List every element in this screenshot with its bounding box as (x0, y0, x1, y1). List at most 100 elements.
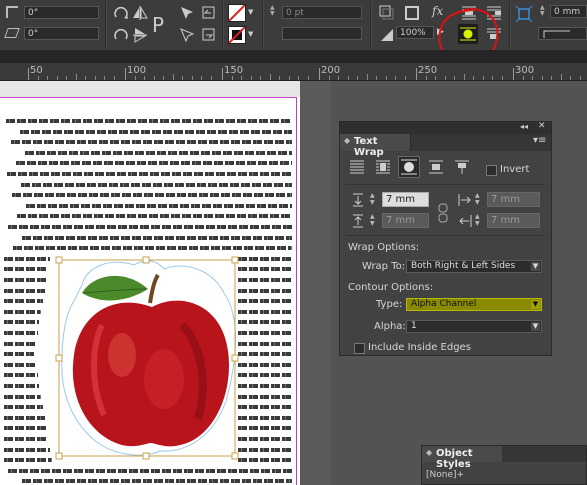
ruler-minor-tick (570, 76, 571, 80)
stroke-weight-field[interactable]: 0 pt (282, 6, 362, 19)
shear-field[interactable]: 0° (24, 27, 99, 40)
ruler-minor-tick (298, 76, 299, 80)
panel-tab-active[interactable]: ◆ Text Wrap (340, 134, 411, 158)
ruler-minor-tick (328, 76, 330, 80)
text-line (4, 278, 47, 282)
include-inside-edges-checkbox[interactable] (354, 343, 365, 354)
opacity-icon (378, 26, 396, 44)
ruler-minor-tick (182, 76, 183, 80)
ruler-minor-tick (279, 76, 280, 80)
object-styles-panel: ◆ Object Styles [None]+ (421, 445, 587, 485)
text-line (8, 225, 292, 229)
top-offset-field[interactable]: 7 mm (382, 192, 429, 207)
drop-shadow-icon[interactable] (378, 4, 396, 22)
ruler-minor-tick (172, 74, 174, 80)
alpha-select[interactable]: 1 ▼ (406, 320, 542, 333)
right-offset-field[interactable]: 7 mm (487, 213, 540, 228)
rotate-field[interactable]: 0° (24, 6, 99, 19)
horizontal-ruler-right[interactable] (331, 63, 587, 81)
text-line (4, 447, 50, 452)
reference-point-icon[interactable]: P (150, 13, 172, 37)
ruler-minor-tick (307, 76, 309, 80)
stroke-type-field[interactable] (282, 27, 362, 40)
ruler-minor-tick (366, 74, 368, 80)
divider (346, 235, 545, 236)
no-wrap-icon[interactable] (348, 158, 366, 176)
opacity-field[interactable]: 100% (396, 26, 434, 39)
ruler-minor-tick (260, 76, 261, 80)
text-line (4, 352, 35, 357)
ruler-minor-tick (104, 76, 105, 80)
wrap-options-heading: Wrap Options: (348, 242, 420, 253)
invert-checkbox[interactable] (486, 165, 497, 176)
panel-menu-icon[interactable]: ▾≡ (533, 135, 546, 146)
corner-shape-field[interactable] (538, 27, 587, 40)
dropdown-arrow-icon[interactable]: ▼ (248, 30, 253, 38)
stroke-style-icon[interactable] (403, 4, 421, 22)
fill-swatch[interactable] (228, 4, 246, 22)
collapse-icon[interactable]: ◂◂ (520, 122, 528, 131)
bottom-offset-stepper[interactable]: ▲ ▼ (370, 213, 380, 228)
alpha-value: 1 (411, 321, 417, 331)
top-offset-stepper[interactable]: ▲ ▼ (370, 192, 380, 207)
text-line (4, 331, 38, 335)
ruler-minor-tick (541, 76, 543, 80)
select-content-icon[interactable] (178, 26, 196, 44)
ruler-minor-tick (482, 76, 484, 80)
select-next-icon[interactable] (200, 26, 218, 44)
apple-image-frame[interactable] (52, 255, 252, 460)
text-line (4, 415, 45, 420)
text-line (4, 458, 52, 463)
ruler-minor-tick (231, 76, 233, 80)
ruler-tick (513, 68, 514, 80)
ruler-minor-tick (85, 76, 86, 80)
horizontal-ruler[interactable] (0, 63, 331, 81)
link-chain-icon[interactable] (437, 202, 449, 227)
bottom-offset-field[interactable]: 7 mm (382, 213, 429, 228)
wrap-object-shape-icon[interactable] (398, 156, 420, 178)
text-line (4, 405, 43, 410)
ruler-minor-tick (395, 76, 396, 80)
select-previous-icon[interactable] (200, 4, 218, 22)
rotate-ccw-icon[interactable] (112, 26, 130, 44)
flip-vertical-icon[interactable] (131, 26, 149, 44)
text-line (4, 426, 47, 431)
wrap-to-select[interactable]: Both Right & Left Sides ▼ (406, 260, 542, 273)
ruler-minor-tick (66, 76, 67, 80)
left-offset-stepper[interactable]: ▲ ▼ (475, 192, 485, 207)
dropdown-arrow-icon[interactable]: ▼ (248, 8, 253, 16)
text-line (4, 394, 42, 399)
right-offset-stepper[interactable]: ▲ ▼ (475, 213, 485, 228)
corner-size-field[interactable]: 0 mm (550, 5, 587, 18)
stepper-icon[interactable]: ▲ ▼ (270, 5, 275, 17)
wrap-next-column-icon[interactable] (453, 158, 471, 176)
auto-fit-icon[interactable] (515, 5, 533, 23)
ruler-minor-tick (501, 76, 503, 80)
document-page[interactable] (0, 97, 300, 485)
ruler-minor-tick (560, 74, 562, 80)
text-line (20, 129, 292, 134)
wrap-jump-object-icon[interactable] (427, 158, 445, 176)
ruler-minor-tick (288, 76, 290, 80)
select-container-icon[interactable] (178, 4, 196, 22)
alpha-label: Alpha: (374, 321, 406, 332)
left-offset-field[interactable]: 7 mm (487, 192, 540, 207)
chevron-down-icon: ▼ (531, 322, 540, 331)
stepper-icon[interactable]: ▲ ▼ (540, 5, 545, 17)
top-offset-icon (352, 192, 363, 207)
contour-type-select[interactable]: Alpha Channel ▼ (406, 298, 542, 311)
ruler-minor-tick (532, 76, 533, 80)
chevron-down-icon: ▼ (531, 300, 540, 309)
wrap-bounding-box-icon[interactable] (374, 158, 392, 176)
panel-title: Text Wrap (354, 136, 384, 158)
stroke-swatch[interactable] (228, 26, 246, 44)
object-styles-current: [None]+ (426, 470, 465, 480)
object-styles-tab[interactable]: ◆ Object Styles (422, 446, 503, 470)
ruler-tick (222, 68, 223, 80)
ruler-minor-tick (191, 76, 193, 80)
flip-horizontal-icon[interactable] (131, 4, 149, 22)
text-line (4, 341, 36, 346)
rotate-cw-icon[interactable] (112, 4, 130, 22)
ruler-minor-tick (551, 76, 552, 80)
close-icon[interactable]: ✕ (538, 121, 546, 131)
